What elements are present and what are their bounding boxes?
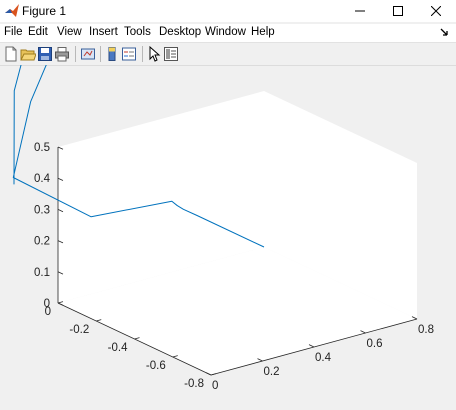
open-file-icon[interactable] <box>20 46 36 62</box>
axes-3d[interactable]: 00.20.40.60.80-0.2-0.4-0.6-0.800.10.20.3… <box>0 59 456 407</box>
menu-insert[interactable]: Insert <box>89 26 118 38</box>
toolbar-separator <box>142 46 143 62</box>
window-title: Figure 1 <box>22 4 67 18</box>
new-figure-icon[interactable] <box>3 46 19 62</box>
menu-view[interactable]: View <box>57 26 82 38</box>
z-tick-label: 0.2 <box>34 236 50 248</box>
z-tick-label: 0 <box>44 298 50 310</box>
property-inspector-icon[interactable] <box>163 46 179 62</box>
menu-edit[interactable]: Edit <box>28 26 48 38</box>
menu-desktop[interactable]: Desktop <box>159 26 201 38</box>
toolbar-separator <box>100 46 101 62</box>
x-tick-label: 0.8 <box>418 324 434 336</box>
matlab-logo-icon <box>5 4 19 17</box>
figure-toolbar <box>0 42 456 66</box>
plot-area[interactable]: 0 0.2 0.4 0.6 0.8 0 -0.2 -0.4 -0.6 -0.8 0 0.1 0.2 0.3… <box>0 59 456 407</box>
toolbar-separator <box>75 46 76 62</box>
menu-tools[interactable]: Tools <box>124 26 151 38</box>
y-tick-label: -0.2 <box>69 324 89 336</box>
z-tick-label: 0.3 <box>34 204 50 216</box>
y-tick-label: -0.4 <box>108 342 128 354</box>
dock-arrow-icon[interactable] <box>440 27 450 37</box>
menu-bar: File Edit View Insert Tools Desktop Wind… <box>0 24 456 42</box>
menu-window[interactable]: Window <box>205 26 246 38</box>
minimize-icon <box>355 10 365 12</box>
close-icon <box>431 6 441 16</box>
edit-plot-arrow-icon[interactable] <box>146 46 162 62</box>
figure-window: Figure 1 File Edit View Insert Tools Des… <box>0 0 456 407</box>
x-tick-label: 0 <box>212 380 218 392</box>
z-tick-label: 0.5 <box>34 142 50 154</box>
z-tick-label: 0.1 <box>34 267 50 279</box>
insert-colorbar-icon[interactable] <box>104 46 120 62</box>
insert-legend-icon[interactable] <box>121 46 137 62</box>
close-button[interactable] <box>418 0 454 22</box>
maximize-icon <box>393 6 403 16</box>
menu-help[interactable]: Help <box>251 26 275 38</box>
title-bar[interactable]: Figure 1 <box>0 0 456 22</box>
minimize-button[interactable] <box>342 0 378 22</box>
maximize-button[interactable] <box>380 0 416 22</box>
x-tick-label: 0.4 <box>315 352 332 364</box>
x-tick-label: 0.2 <box>264 366 280 378</box>
y-tick-label: -0.8 <box>184 378 204 390</box>
print-icon[interactable] <box>54 46 70 62</box>
z-tick-label: 0.4 <box>34 173 51 185</box>
x-tick-label: 0.6 <box>367 338 383 350</box>
y-tick-label: -0.6 <box>146 360 166 372</box>
save-icon[interactable] <box>37 46 53 62</box>
menu-file[interactable]: File <box>4 26 23 38</box>
link-plot-icon[interactable] <box>80 46 96 62</box>
